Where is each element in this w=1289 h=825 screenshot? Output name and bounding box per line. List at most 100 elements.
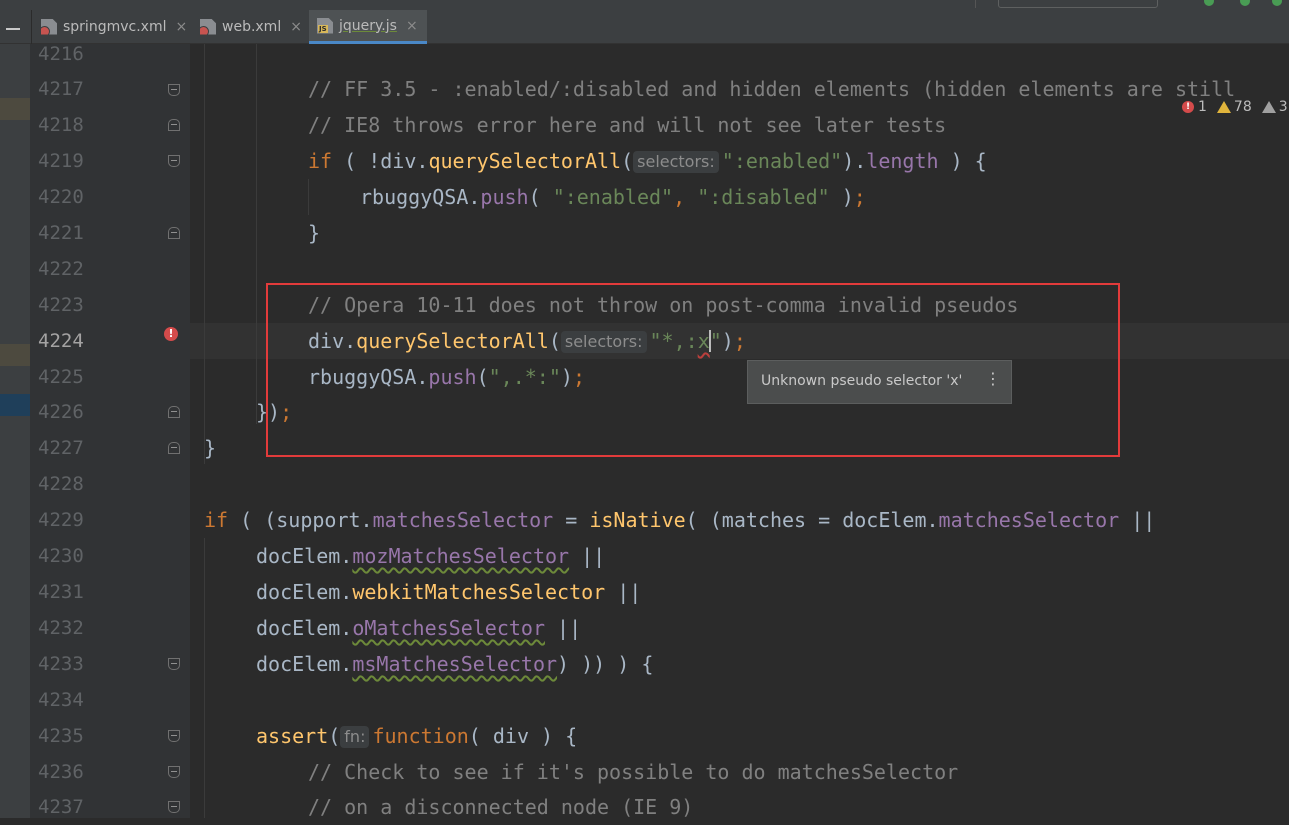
close-icon[interactable]: × xyxy=(406,18,418,34)
code-token: ( xyxy=(332,149,369,173)
code-line: docElem.mozMatchesSelector || xyxy=(256,538,605,574)
close-icon[interactable]: × xyxy=(290,19,302,35)
code-token: ; xyxy=(853,185,866,209)
code-line: docElem.webkitMatchesSelector || xyxy=(256,574,641,610)
property-name: mozMatchesSelector xyxy=(352,544,570,568)
minimize-icon[interactable] xyxy=(6,28,20,30)
line-number: 4226 xyxy=(38,401,84,423)
keyword: function xyxy=(372,724,469,748)
code-line: docElem.oMatchesSelector || xyxy=(256,610,581,646)
code-line: rbuggyQSA.push( ":enabled", ":disabled" … xyxy=(360,179,866,215)
line-number: 4219 xyxy=(38,150,84,172)
indent-guide xyxy=(204,538,205,818)
weak-warning-icon xyxy=(1261,101,1276,113)
line-number: 4220 xyxy=(38,186,84,208)
line-number: 4237 xyxy=(38,796,84,818)
line-number: 4230 xyxy=(38,545,84,567)
parameter-hint: fn: xyxy=(340,726,370,748)
fold-toggle-icon[interactable] xyxy=(168,155,180,167)
debug-icon[interactable] xyxy=(1240,0,1250,6)
selected-marker xyxy=(0,394,30,416)
method-name: push xyxy=(480,185,529,209)
line-number: 4225 xyxy=(38,366,84,388)
line-number: 4218 xyxy=(38,114,84,136)
line-number: 4227 xyxy=(38,437,84,459)
line-number: 4221 xyxy=(38,222,84,244)
tab-label: springmvc.xml xyxy=(63,18,167,35)
line-number: 4233 xyxy=(38,653,84,675)
editor-side-strip xyxy=(0,44,30,818)
warning-count: 78 xyxy=(1233,99,1252,115)
error-marker-icon[interactable]: ! xyxy=(164,327,178,341)
fold-toggle-icon[interactable] xyxy=(168,406,180,418)
fold-toggle-icon[interactable] xyxy=(168,766,180,778)
inspection-indicators[interactable]: ! 1 78 3 xyxy=(1182,98,1288,116)
more-options-icon[interactable]: ⋮ xyxy=(985,369,1001,388)
code-token: = xyxy=(553,508,590,532)
comment: // IE8 throws error here and will not se… xyxy=(308,113,947,137)
line-number-gutter[interactable]: 4216 4217 4218 4219 4220 4221 4222 4223 … xyxy=(30,43,190,818)
fold-toggle-icon[interactable] xyxy=(168,730,180,742)
line-number: 4234 xyxy=(38,689,84,711)
run-icon[interactable] xyxy=(1204,0,1214,6)
fold-toggle-icon[interactable] xyxy=(168,442,180,454)
line-number-current: 4224 xyxy=(38,330,84,352)
code-token: docElem. xyxy=(256,652,353,676)
fold-toggle-icon[interactable] xyxy=(168,801,180,813)
code-token: ) { xyxy=(938,149,987,173)
tab-bar-divider xyxy=(31,10,32,44)
function-name: assert xyxy=(256,724,329,748)
xml-file-icon xyxy=(200,18,216,35)
editor-tab-bar: springmvc.xml × web.xml × JS jquery.js × xyxy=(0,10,1289,44)
error-tooltip[interactable]: Unknown pseudo selector 'x' ⋮ xyxy=(747,360,1012,404)
code-token: rbuggyQSA. xyxy=(360,185,481,209)
line-number: 4228 xyxy=(38,473,84,495)
string-literal: ":disabled" xyxy=(697,185,830,209)
code-token: ( div ) { xyxy=(468,724,578,748)
property-name: matchesSelector xyxy=(372,508,554,532)
code-token: || xyxy=(544,616,582,640)
code-token: docElem. xyxy=(256,616,353,640)
fold-toggle-icon[interactable] xyxy=(168,84,180,96)
fold-toggle-icon[interactable] xyxy=(168,119,180,131)
function-name: isNative xyxy=(589,508,686,532)
toolbar-separator xyxy=(975,0,976,8)
fold-toggle-icon[interactable] xyxy=(168,658,180,670)
error-count-icon: ! xyxy=(1182,101,1194,113)
code-token: } xyxy=(308,221,321,245)
tab-jquery-js[interactable]: JS jquery.js × xyxy=(309,10,427,44)
line-number: 4229 xyxy=(38,509,84,531)
code-token: || xyxy=(605,580,642,604)
run-configuration-selector[interactable] xyxy=(998,0,1158,8)
error-count: 1 xyxy=(1198,99,1207,115)
comment: // FF 3.5 - :enabled/:disabled and hidde… xyxy=(308,77,1236,101)
line-number: 4216 xyxy=(38,43,84,65)
code-token: ( xyxy=(528,185,553,209)
code-line: } xyxy=(308,215,320,251)
indent-guide xyxy=(204,44,205,464)
xml-file-icon xyxy=(41,18,57,35)
code-token: ) )) ) { xyxy=(557,652,654,676)
fold-toggle-icon[interactable] xyxy=(168,227,180,239)
code-token: ( xyxy=(621,149,634,173)
string-literal: ":enabled" xyxy=(721,149,843,173)
changed-line-marker xyxy=(0,344,30,366)
code-line: // Check to see if it's possible to do m… xyxy=(308,754,958,790)
weak-warning-count: 3 xyxy=(1278,99,1288,115)
code-token: || xyxy=(569,544,606,568)
comment: // on a disconnected node (IE 9) xyxy=(308,795,694,819)
code-line: if ( (support.matchesSelector = isNative… xyxy=(204,502,1155,538)
code-token: !div. xyxy=(368,149,429,173)
property-name: msMatchesSelector xyxy=(352,652,558,676)
js-file-icon: JS xyxy=(317,17,333,34)
property-name: matchesSelector xyxy=(938,508,1120,532)
close-icon[interactable]: × xyxy=(175,19,187,35)
tab-web-xml[interactable]: web.xml × xyxy=(192,10,307,43)
code-token: ( (matches = docElem. xyxy=(685,508,939,532)
code-line: // IE8 throws error here and will not se… xyxy=(308,107,946,143)
profile-icon[interactable] xyxy=(1272,0,1282,6)
indent-guide xyxy=(308,179,309,215)
js-badge: JS xyxy=(318,24,328,33)
line-number: 4222 xyxy=(38,258,84,280)
code-line: } xyxy=(204,430,216,466)
